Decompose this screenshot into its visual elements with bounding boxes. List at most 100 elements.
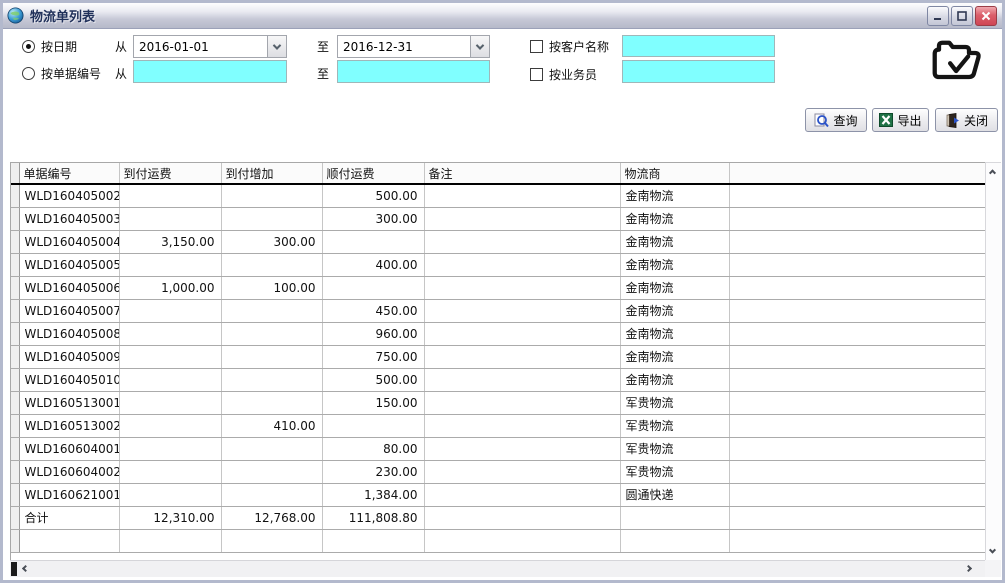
cell[interactable] [322,414,424,437]
column-header[interactable]: 单据编号 [19,163,119,184]
cell[interactable] [221,299,322,322]
cell[interactable] [729,529,985,552]
scroll-up-icon[interactable] [989,169,996,176]
cell[interactable]: WLD160604001 [19,437,119,460]
row-selector[interactable] [11,368,19,391]
cell[interactable] [322,529,424,552]
vertical-scrollbar[interactable] [985,162,1001,560]
cell[interactable] [729,230,985,253]
cell[interactable]: WLD160405009 [19,345,119,368]
row-selector[interactable] [11,276,19,299]
cell[interactable] [119,414,221,437]
cell[interactable] [424,299,620,322]
cell[interactable] [729,207,985,230]
cell[interactable]: WLD160621001 [19,483,119,506]
cell[interactable] [424,460,620,483]
date-from-combo[interactable]: 2016-01-01 [133,35,287,58]
cell[interactable] [424,276,620,299]
maximize-button[interactable] [951,6,973,26]
cell[interactable] [119,322,221,345]
cell[interactable] [119,253,221,276]
close-button[interactable] [975,6,997,26]
cell[interactable]: 军贵物流 [620,460,729,483]
table-row[interactable]: WLD160405007450.00金南物流 [11,299,985,322]
cell[interactable]: 750.00 [322,345,424,368]
cell[interactable]: 金南物流 [620,368,729,391]
row-selector[interactable] [11,253,19,276]
cell[interactable] [424,253,620,276]
cell[interactable]: 150.00 [322,391,424,414]
cell[interactable] [221,253,322,276]
cell[interactable]: 军贵物流 [620,437,729,460]
row-selector[interactable] [11,345,19,368]
cell[interactable] [221,184,322,207]
row-selector[interactable] [11,529,19,552]
table-row[interactable]: WLD1604050061,000.00100.00金南物流 [11,276,985,299]
cell[interactable] [424,414,620,437]
cell[interactable]: 300.00 [221,230,322,253]
date-to-dropdown-button[interactable] [470,36,489,57]
row-selector[interactable] [11,207,19,230]
scrollbar-thumb[interactable] [11,562,17,576]
cell[interactable]: 合计 [19,506,119,529]
cell[interactable]: 1,384.00 [322,483,424,506]
cell[interactable]: WLD160405002 [19,184,119,207]
table-row[interactable]: WLD1606210011,384.00圆通快递 [11,483,985,506]
cell[interactable] [620,529,729,552]
customer-name-input[interactable] [622,35,775,57]
cell[interactable] [424,207,620,230]
cell[interactable] [221,460,322,483]
cell[interactable] [221,483,322,506]
cell[interactable] [221,207,322,230]
table-row[interactable]: WLD160513001150.00军贵物流 [11,391,985,414]
row-selector[interactable] [11,322,19,345]
cell[interactable]: 500.00 [322,184,424,207]
minimize-button[interactable] [927,6,949,26]
row-selector[interactable] [11,460,19,483]
cell[interactable] [119,184,221,207]
column-header[interactable] [729,163,985,184]
cell[interactable] [119,391,221,414]
cell[interactable]: WLD160405005 [19,253,119,276]
cell[interactable]: 80.00 [322,437,424,460]
cell[interactable] [729,253,985,276]
cell[interactable] [620,506,729,529]
cell[interactable] [729,368,985,391]
column-header[interactable]: 到付运费 [119,163,221,184]
date-from-dropdown-button[interactable] [267,36,286,57]
table-row[interactable]: WLD160405010 500.00 金南物流 [11,368,985,391]
cell[interactable] [221,529,322,552]
row-selector[interactable] [11,299,19,322]
cell[interactable]: 金南物流 [620,253,729,276]
doc-to-input[interactable] [337,60,490,83]
cell[interactable] [729,345,985,368]
doc-from-input[interactable] [133,60,287,83]
cell[interactable] [119,460,221,483]
scroll-right-icon[interactable] [965,565,972,572]
cell[interactable]: WLD160405010 [19,368,119,391]
cell[interactable]: WLD160405004 [19,230,119,253]
cell[interactable] [729,483,985,506]
cell[interactable]: 500.00 [322,368,424,391]
row-selector[interactable] [11,184,19,207]
table-row[interactable]: WLD1604050043,150.00300.00金南物流 [11,230,985,253]
table-row[interactable]: WLD160405003300.00金南物流 [11,207,985,230]
cell[interactable]: 450.00 [322,299,424,322]
cell[interactable] [729,460,985,483]
cell[interactable]: 12,768.00 [221,506,322,529]
table-row[interactable]: WLD160405002 500.00 金南物流 [11,184,985,207]
cell[interactable] [424,437,620,460]
cell[interactable] [424,529,620,552]
cell[interactable] [119,207,221,230]
cell[interactable]: 1,000.00 [119,276,221,299]
cell[interactable]: 410.00 [221,414,322,437]
cell[interactable]: 金南物流 [620,345,729,368]
column-header[interactable]: 物流商 [620,163,729,184]
cell[interactable] [322,230,424,253]
table-row[interactable]: WLD160513002410.00军贵物流 [11,414,985,437]
cell[interactable] [729,414,985,437]
cell[interactable]: 300.00 [322,207,424,230]
cell[interactable] [322,276,424,299]
cell[interactable]: 金南物流 [620,184,729,207]
cell[interactable] [729,299,985,322]
